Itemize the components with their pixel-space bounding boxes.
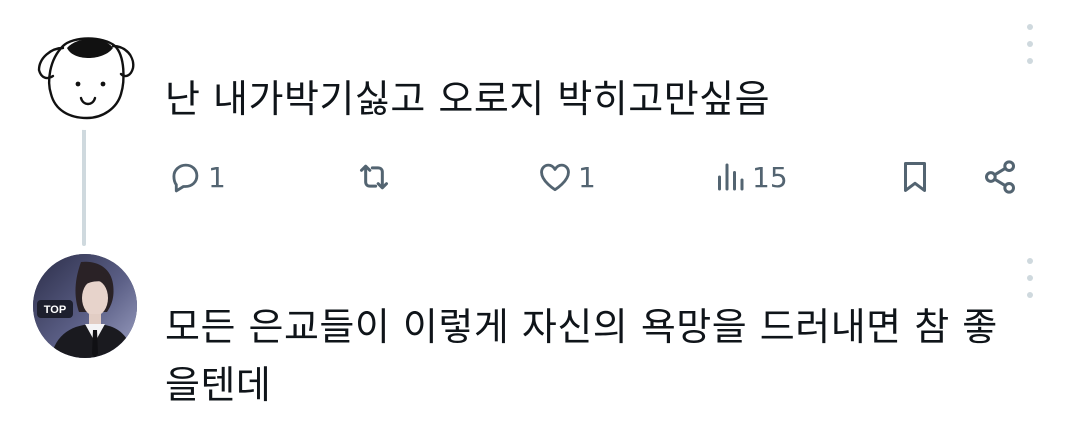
reply-button[interactable]: 1	[166, 152, 226, 202]
views-icon	[718, 163, 744, 191]
tweet: 난 내가박기싫고 오로지 박히고만싶음 1 1 15	[0, 0, 1080, 240]
like-count: 1	[578, 160, 596, 194]
views-count: 15	[752, 160, 788, 194]
bookmark-icon	[903, 162, 927, 192]
avatar[interactable]: TOP	[33, 254, 137, 358]
tweet-text: 모든 은교들이 이렇게 자신의 욕망을 드러내면 참 좋을텐데	[165, 305, 998, 407]
top-badge: TOP	[44, 304, 66, 316]
bookmark-button[interactable]	[896, 152, 934, 202]
like-icon	[540, 163, 570, 192]
avatar[interactable]	[33, 26, 137, 130]
cartoon-dog-icon	[37, 37, 135, 120]
tweet-text: 난 내가박기싫고 오로지 박히고만싶음	[165, 77, 771, 121]
tweet: TOP 모든 은교들이 이렇게 자신의 욕망을 드러내면 참 좋을텐데	[0, 240, 1080, 439]
reply-icon	[172, 163, 199, 193]
more-vertical-icon	[1027, 258, 1033, 264]
more-options-button[interactable]	[1020, 258, 1040, 298]
profile-photo: TOP	[33, 254, 137, 358]
tweet-actions: 1 1 15	[0, 152, 1080, 202]
retweet-button[interactable]	[354, 152, 398, 202]
views-button[interactable]: 15	[712, 152, 788, 202]
retweet-icon	[360, 164, 388, 190]
reply-count: 1	[208, 160, 226, 194]
more-vertical-icon	[1027, 24, 1033, 30]
share-button[interactable]	[980, 152, 1020, 202]
share-icon	[985, 160, 1015, 194]
like-button[interactable]: 1	[536, 152, 596, 202]
more-options-button[interactable]	[1020, 24, 1040, 64]
